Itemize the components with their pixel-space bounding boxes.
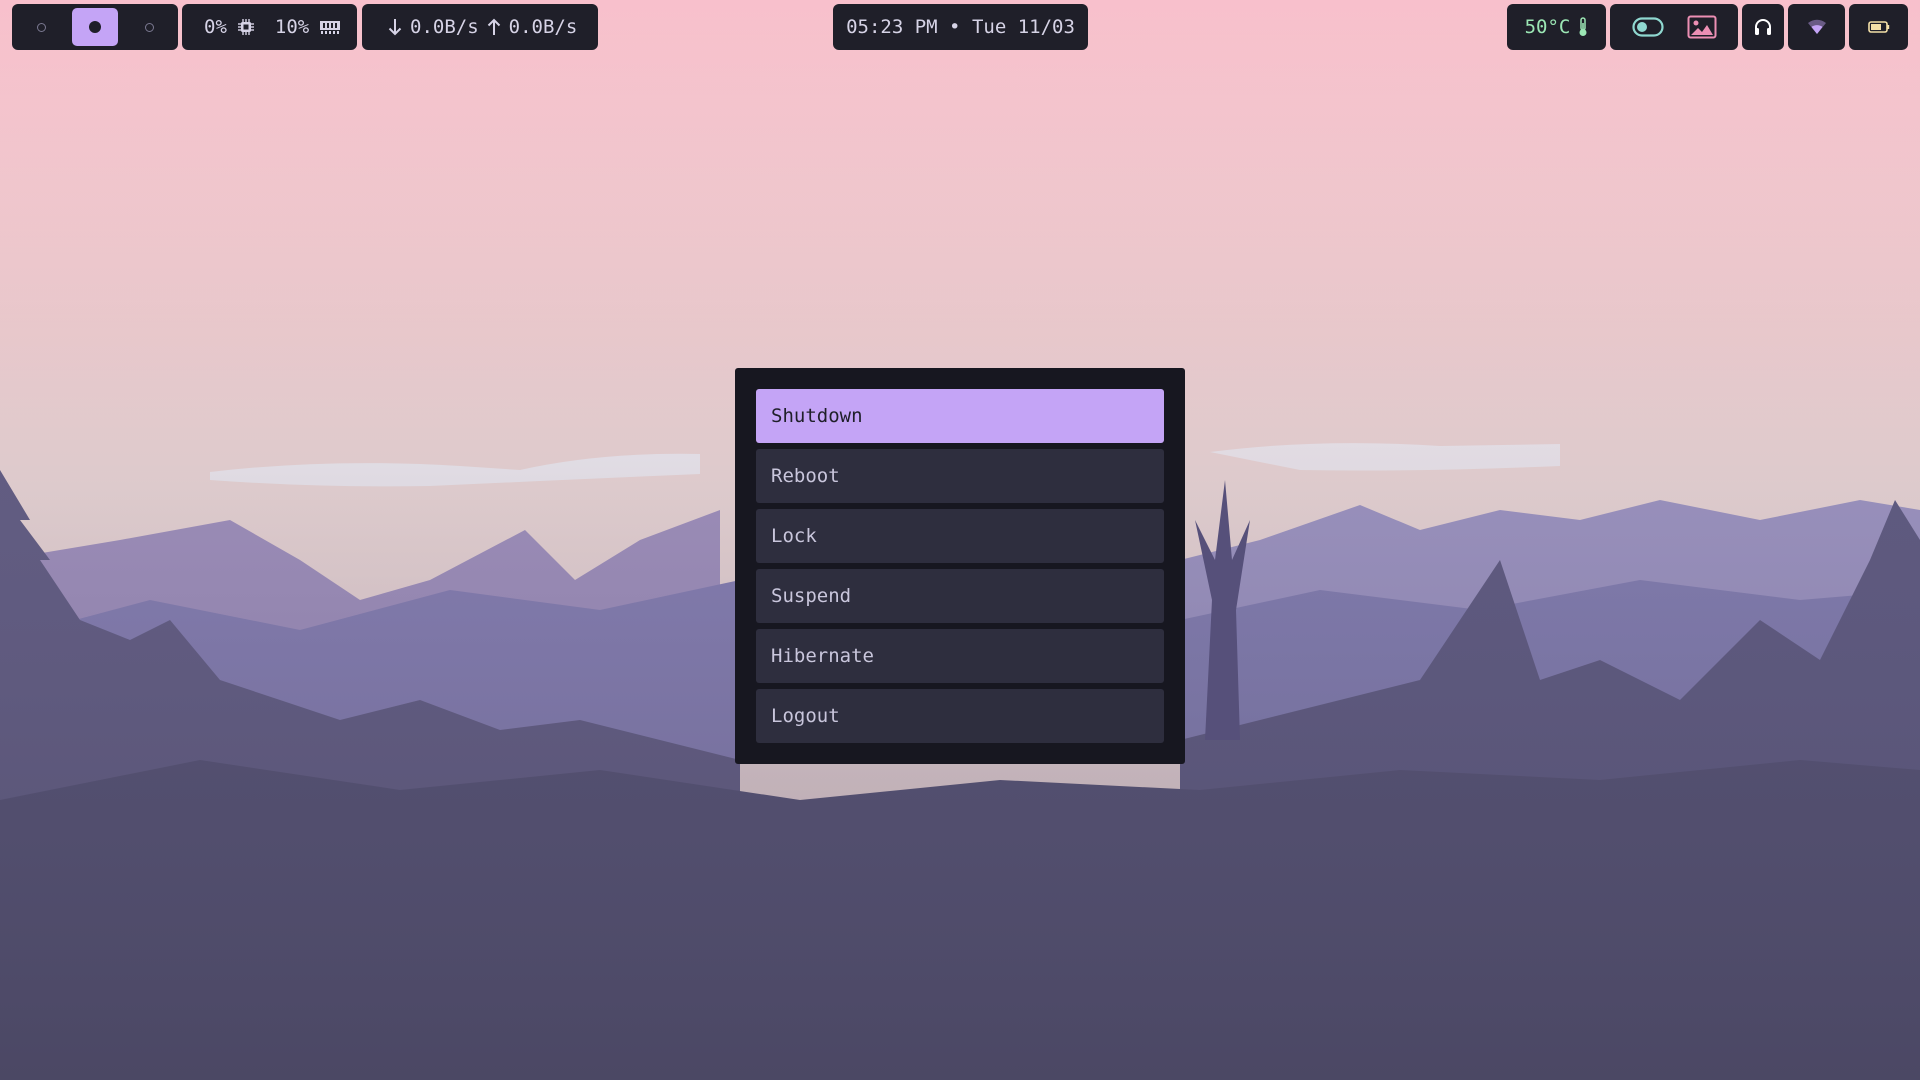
menu-item-hibernate[interactable]: Hibernate xyxy=(756,629,1164,683)
menu-item-label: Lock xyxy=(771,525,817,547)
temperature-module[interactable]: 50°C xyxy=(1507,4,1606,50)
temperature-value: 50°C xyxy=(1524,16,1571,38)
clock-text: 05:23 PM • Tue 11/03 xyxy=(846,16,1075,38)
menu-item-label: Hibernate xyxy=(771,645,874,667)
menu-item-label: Suspend xyxy=(771,585,852,607)
wifi-icon xyxy=(1807,19,1827,35)
workspace-2[interactable] xyxy=(72,8,118,46)
thermometer-icon xyxy=(1578,17,1588,37)
headphones-icon xyxy=(1753,17,1773,37)
cpu-usage: 0% xyxy=(204,16,227,38)
audio-module[interactable] xyxy=(1742,4,1784,50)
workspaces-module xyxy=(12,4,178,50)
arrow-down-icon xyxy=(388,18,402,36)
workspace-active-icon xyxy=(89,21,101,33)
battery-icon xyxy=(1867,20,1890,34)
menu-item-shutdown[interactable]: Shutdown xyxy=(756,389,1164,443)
network-speed-module[interactable]: 0.0B/s 0.0B/s xyxy=(362,4,598,50)
ram-icon xyxy=(319,19,341,35)
download-speed: 0.0B/s xyxy=(410,16,479,38)
memory-usage: 10% xyxy=(274,16,310,38)
menu-item-logout[interactable]: Logout xyxy=(756,689,1164,743)
image-icon[interactable] xyxy=(1687,15,1717,39)
menu-item-label: Reboot xyxy=(771,465,840,487)
power-menu: Shutdown Reboot Lock Suspend Hibernate L… xyxy=(735,368,1185,764)
arrow-up-icon xyxy=(487,18,501,36)
workspace-empty-icon xyxy=(36,22,46,32)
menu-item-label: Shutdown xyxy=(771,405,863,427)
menu-item-label: Logout xyxy=(771,705,840,727)
cpu-chip-icon xyxy=(237,18,255,36)
wifi-module[interactable] xyxy=(1788,4,1845,50)
menu-item-suspend[interactable]: Suspend xyxy=(756,569,1164,623)
menu-item-reboot[interactable]: Reboot xyxy=(756,449,1164,503)
upload-speed: 0.0B/s xyxy=(508,16,578,38)
toggle-and-wallpaper-module xyxy=(1610,4,1738,50)
toggle-icon[interactable] xyxy=(1631,17,1664,37)
system-resources-module[interactable]: 0% 10% xyxy=(182,4,357,50)
workspace-1[interactable] xyxy=(18,8,64,46)
clock-module[interactable]: 05:23 PM • Tue 11/03 xyxy=(833,4,1088,50)
workspace-empty-icon xyxy=(144,22,154,32)
battery-module[interactable] xyxy=(1849,4,1908,50)
menu-item-lock[interactable]: Lock xyxy=(756,509,1164,563)
workspace-3[interactable] xyxy=(126,8,172,46)
